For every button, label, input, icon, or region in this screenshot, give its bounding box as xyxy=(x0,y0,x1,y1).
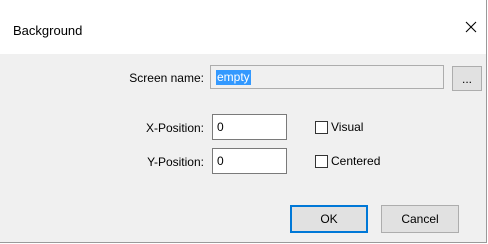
visual-checkbox[interactable]: Visual xyxy=(315,120,363,134)
screen-name-field[interactable]: empty xyxy=(210,65,444,89)
cancel-button[interactable]: Cancel xyxy=(381,205,459,233)
browse-button[interactable]: ... xyxy=(452,66,482,91)
browse-button-label: ... xyxy=(461,71,472,86)
ok-button[interactable]: OK xyxy=(290,205,368,233)
x-position-input[interactable] xyxy=(212,114,287,140)
y-position-label: Y-Position: xyxy=(147,155,204,169)
centered-checkbox-box[interactable] xyxy=(315,154,328,168)
visual-checkbox-box[interactable] xyxy=(315,120,328,134)
ok-button-label: OK xyxy=(320,212,338,226)
centered-checkbox-label: Centered xyxy=(331,154,381,168)
y-position-input[interactable] xyxy=(212,148,287,174)
centered-checkbox[interactable]: Centered xyxy=(315,154,380,168)
screen-name-label: Screen name: xyxy=(129,71,204,85)
close-icon xyxy=(465,21,477,33)
screen-name-value: empty xyxy=(216,70,251,85)
dialog-title: Background xyxy=(13,23,83,38)
cancel-button-label: Cancel xyxy=(401,212,439,226)
visual-checkbox-label: Visual xyxy=(331,120,364,134)
x-position-label: X-Position: xyxy=(145,121,204,135)
title-bar: Background xyxy=(0,0,486,54)
background-dialog: Background Screen name: empty ... X-Posi… xyxy=(0,0,487,243)
close-button[interactable] xyxy=(456,14,486,40)
